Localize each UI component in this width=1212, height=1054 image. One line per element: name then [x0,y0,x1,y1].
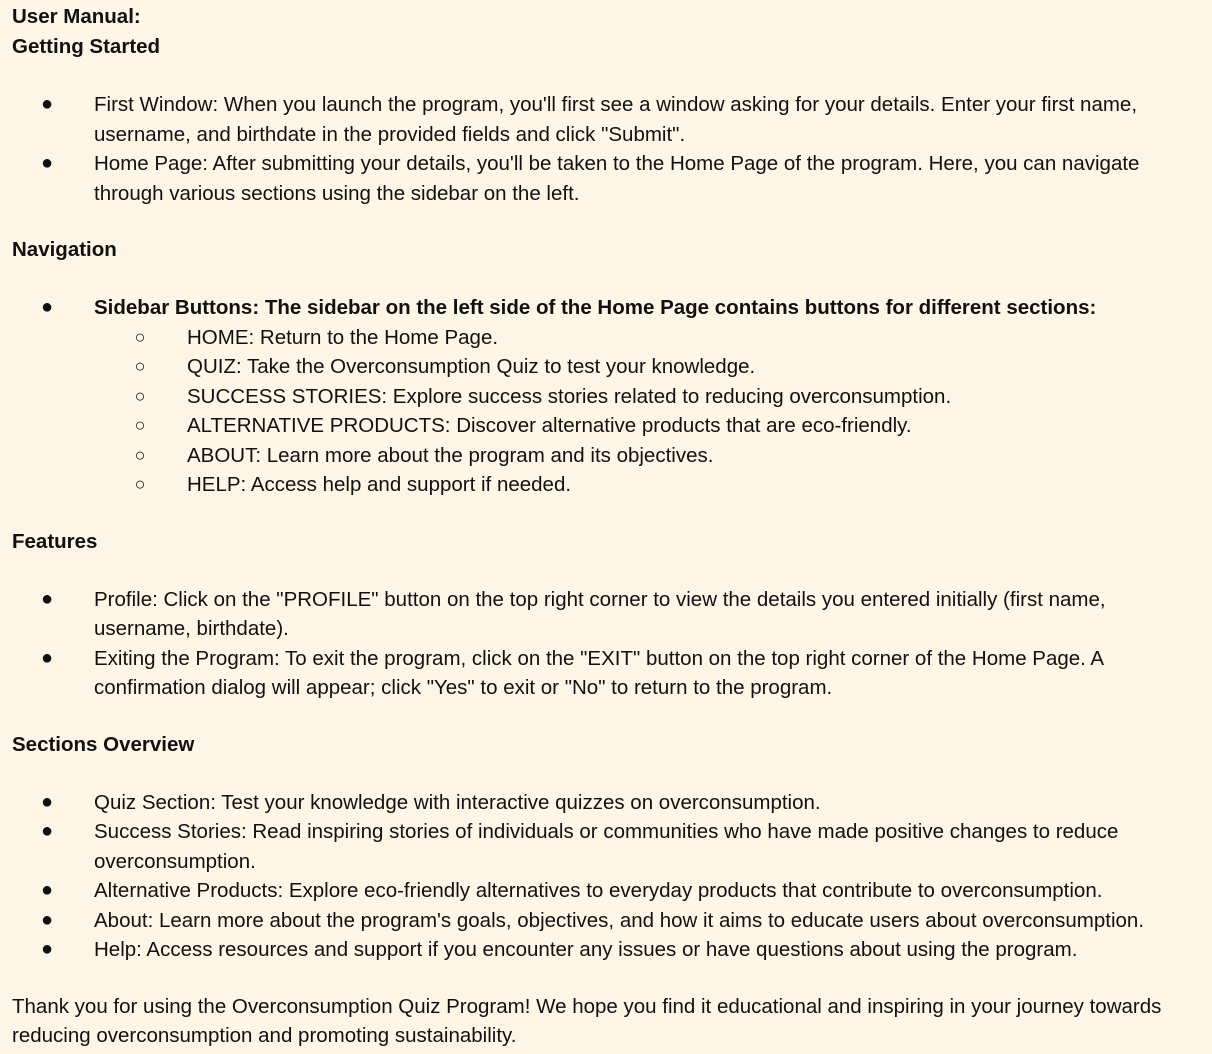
bullet-icon: ● [40,646,54,669]
circle-bullet-icon: ○ [134,326,146,347]
list-item-text: Alternative Products: Explore eco-friend… [94,879,1103,902]
bullet-icon: ● [40,879,54,901]
list-item-text: About: Learn more about the program's go… [94,908,1145,932]
circle-bullet-icon: ○ [134,385,146,406]
list-item-text: Exiting the Program: To exit the program… [94,646,1103,700]
sections-overview-list: ● Quiz Section: Test your knowledge with… [12,788,1202,965]
list-item: ● Alternative Products: Explore eco-frie… [12,876,1202,906]
sub-list-item-text: ALTERNATIVE PRODUCTS: Discover alternati… [187,414,912,437]
sub-list-item: ○ SUCCESS STORIES: Explore success stori… [105,382,1202,412]
list-item: ● Sidebar Buttons: The sidebar on the le… [12,293,1202,323]
circle-bullet-icon: ○ [134,444,146,465]
list-item: ● Help: Access resources and support if … [12,935,1202,965]
list-item: ● Exiting the Program: To exit the progr… [12,644,1202,703]
bullet-icon: ● [40,790,54,813]
bullet-icon: ● [40,296,54,318]
list-item: ● Profile: Click on the "PROFILE" button… [12,585,1202,644]
list-item-text: Help: Access resources and support if yo… [94,938,1078,961]
bullet-icon: ● [40,93,54,115]
manual-title: User Manual: [12,5,141,28]
sub-list-item: ○ ABOUT: Learn more about the program an… [105,441,1202,471]
sidebar-sections-sublist: ○ HOME: Return to the Home Page. ○ QUIZ:… [105,323,1202,500]
circle-bullet-icon: ○ [134,356,146,376]
sub-list-item: ○ QUIZ: Take the Overconsumption Quiz to… [105,352,1202,382]
features-heading: Features [12,529,98,553]
bullet-icon: ● [40,152,54,174]
list-item-text: Home Page: After submitting your details… [94,152,1140,205]
circle-bullet-icon: ○ [134,415,146,435]
bullet-icon: ● [40,908,54,931]
closing-paragraph: Thank you for using the Overconsumption … [12,994,1162,1048]
list-item-text: Profile: Click on the "PROFILE" button o… [94,587,1106,641]
list-item: ● Home Page: After submitting your detai… [12,149,1202,208]
sub-list-item: ○ ALTERNATIVE PRODUCTS: Discover alterna… [105,411,1202,441]
user-manual-document: User Manual: Getting Started ● First Win… [0,0,1212,1051]
list-item-text: Quiz Section: Test your knowledge with i… [94,790,821,814]
navigation-list: ● Sidebar Buttons: The sidebar on the le… [12,293,1202,500]
sub-list-item-text: QUIZ: Take the Overconsumption Quiz to t… [187,355,756,378]
features-list: ● Profile: Click on the "PROFILE" button… [12,585,1202,703]
sub-list-item-text: SUCCESS STORIES: Explore success stories… [187,384,952,408]
getting-started-heading: Getting Started [12,35,161,58]
list-item: ● Success Stories: Read inspiring storie… [12,817,1202,876]
list-item-text: First Window: When you launch the progra… [94,93,1138,146]
getting-started-list: ● First Window: When you launch the prog… [12,90,1202,208]
bullet-icon: ● [40,587,54,610]
list-item: ● First Window: When you launch the prog… [12,90,1202,149]
sub-list-item-text: HOME: Return to the Home Page. [187,325,499,349]
sub-list-item-text: HELP: Access help and support if needed. [187,473,572,496]
navigation-heading: Navigation [12,238,117,261]
sub-list-item: ○ HELP: Access help and support if neede… [105,470,1202,500]
list-item: ● Quiz Section: Test your knowledge with… [12,788,1202,818]
sidebar-buttons-intro: Sidebar Buttons: The sidebar on the left… [94,296,1097,319]
bullet-icon: ● [40,820,54,842]
sub-list-item-text: ABOUT: Learn more about the program and … [187,443,714,467]
sub-list-item: ○ HOME: Return to the Home Page. [105,323,1202,353]
bullet-icon: ● [40,938,54,960]
list-item: ● About: Learn more about the program's … [12,906,1202,936]
sub-list-container: ○ HOME: Return to the Home Page. ○ QUIZ:… [12,323,1202,500]
list-item-text: Success Stories: Read inspiring stories … [94,820,1119,873]
circle-bullet-icon: ○ [134,474,146,494]
sections-overview-heading: Sections Overview [12,732,195,756]
